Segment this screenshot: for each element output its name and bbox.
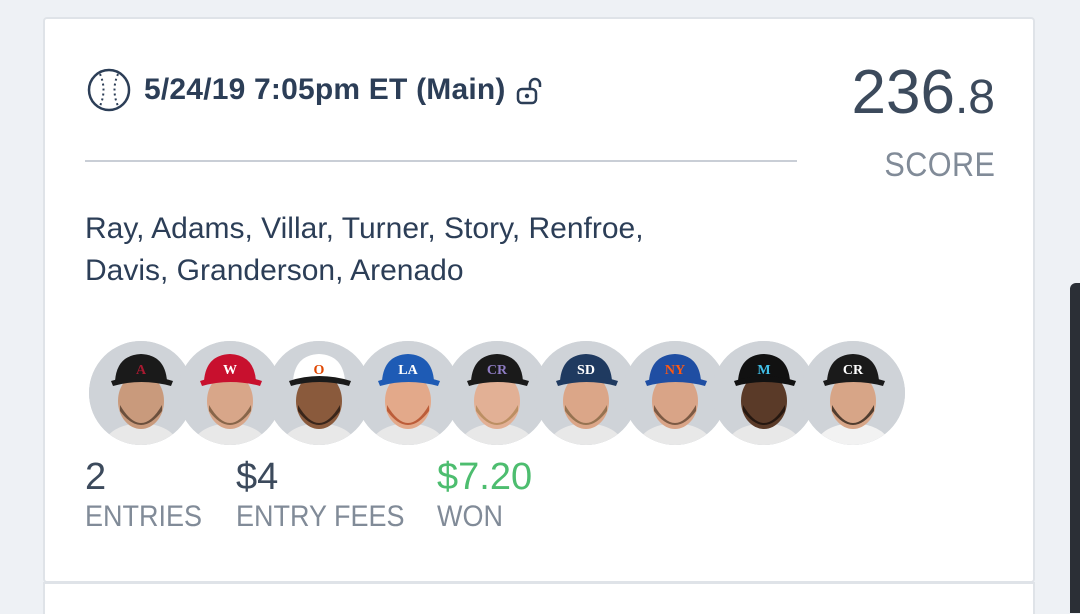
- player-avatars[interactable]: A W O LA CR SD NY M CR: [89, 341, 905, 445]
- svg-text:CR: CR: [843, 363, 864, 378]
- score-value: 236.8: [852, 62, 995, 124]
- fees-label: ENTRY FEES: [236, 500, 405, 533]
- svg-text:W: W: [223, 363, 237, 378]
- entries-stat: 2 ENTRIES: [85, 455, 215, 535]
- unlock-icon: [516, 77, 541, 105]
- score-decimal: .8: [954, 71, 995, 124]
- device-edge: [1070, 283, 1080, 613]
- entries-label: ENTRIES: [85, 500, 203, 533]
- won-value: $7.20: [437, 456, 533, 498]
- won-label: WON: [437, 500, 503, 533]
- score-label: SCORE: [883, 146, 995, 184]
- won-stat: $7.20 WON: [437, 455, 532, 535]
- svg-text:NY: NY: [665, 363, 685, 378]
- fees-value: $4: [236, 456, 279, 498]
- baseball-icon: [87, 68, 131, 112]
- entries-value: 2: [85, 456, 107, 498]
- header-divider: [85, 160, 797, 162]
- svg-text:M: M: [757, 363, 770, 378]
- fees-stat: $4 ENTRY FEES: [236, 455, 423, 535]
- score-whole: 236: [851, 58, 955, 127]
- svg-text:LA: LA: [398, 363, 418, 378]
- svg-text:O: O: [314, 363, 325, 378]
- lineup-players: Ray, Adams, Villar, Turner, Story, Renfr…: [85, 208, 785, 292]
- svg-text:CR: CR: [487, 363, 508, 378]
- lineup-players-line1: Ray, Adams, Villar, Turner, Story, Renfr…: [85, 212, 644, 245]
- lineup-players-line2: Davis, Granderson, Arenado: [85, 254, 464, 287]
- next-contest-card[interactable]: [43, 584, 1035, 614]
- player-avatar[interactable]: CR: [801, 341, 905, 445]
- contest-header[interactable]: 5/24/19 7:05pm ET (Main): [87, 68, 542, 112]
- contest-title: 5/24/19 7:05pm ET (Main): [144, 73, 506, 106]
- svg-text:SD: SD: [577, 363, 595, 378]
- svg-text:A: A: [136, 363, 147, 378]
